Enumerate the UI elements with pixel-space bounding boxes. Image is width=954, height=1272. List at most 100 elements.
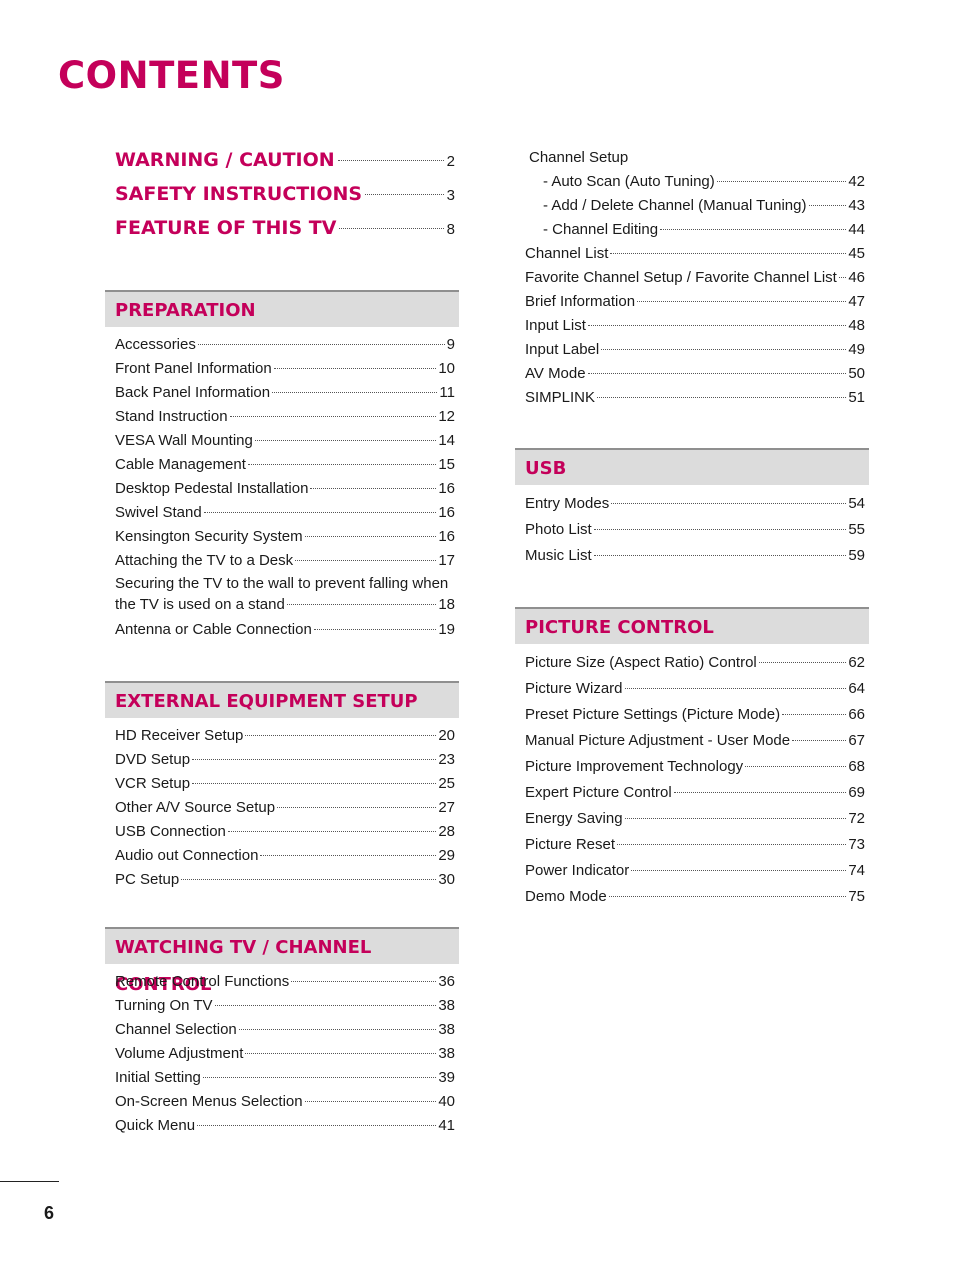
toc-entry[interactable]: SIMPLINK 51	[515, 386, 869, 410]
toc-entry[interactable]: AV Mode 50	[515, 362, 869, 386]
toc-page: 69	[848, 784, 865, 801]
toc-page: 30	[438, 871, 455, 888]
toc-page: 39	[438, 1069, 455, 1086]
leader-dots	[260, 855, 437, 856]
toc-entry[interactable]: Channel List 45	[515, 242, 869, 266]
toc-entry[interactable]: Attaching the TV to a Desk 17	[105, 549, 459, 573]
toc-entry[interactable]: Picture Wizard 64	[515, 676, 869, 702]
toc-entry[interactable]: Favorite Channel Setup / Favorite Channe…	[515, 266, 869, 290]
toc-entry-line[interactable]: Securing the TV to the wall to prevent f…	[105, 573, 459, 594]
toc-entry[interactable]: On-Screen Menus Selection 40	[105, 1090, 459, 1114]
section-watching-tv: WATCHING TV / CHANNEL CONTROL Remote Con…	[105, 927, 459, 1138]
toc-entry[interactable]: PC Setup 30	[105, 868, 459, 892]
toc-entry[interactable]: SAFETY INSTRUCTIONS 3	[105, 177, 459, 211]
toc-entry[interactable]: Initial Setting 39	[105, 1066, 459, 1090]
toc-entry[interactable]: Manual Picture Adjustment - User Mode 67	[515, 728, 869, 754]
toc-page: 50	[848, 365, 865, 382]
toc-label: Stand Instruction	[115, 408, 228, 425]
toc-entry[interactable]: Preset Picture Settings (Picture Mode) 66	[515, 702, 869, 728]
section-header: PREPARATION	[105, 290, 459, 327]
toc-entry[interactable]: Demo Mode 75	[515, 884, 869, 910]
toc-label: Photo List	[525, 521, 592, 538]
toc-entry[interactable]: WARNING / CAUTION 2	[105, 143, 459, 177]
leader-dots	[310, 488, 437, 489]
toc-entry[interactable]: Input List 48	[515, 314, 869, 338]
toc-page: 38	[438, 1045, 455, 1062]
toc-entry[interactable]: - Add / Delete Channel (Manual Tuning) 43	[515, 194, 869, 218]
toc-entry[interactable]: Power Indicator 74	[515, 858, 869, 884]
toc-entry[interactable]: Energy Saving 72	[515, 806, 869, 832]
toc-entry[interactable]: Picture Reset 73	[515, 832, 869, 858]
toc-entry[interactable]: USB Connection 28	[105, 820, 459, 844]
toc-entry[interactable]: VCR Setup 25	[105, 772, 459, 796]
toc-page: 66	[848, 706, 865, 723]
toc-entry[interactable]: Channel Selection 38	[105, 1018, 459, 1042]
section-header: USB	[515, 448, 869, 485]
toc-entry[interactable]: Entry Modes 54	[515, 491, 869, 517]
leader-dots	[192, 759, 437, 760]
toc-entry[interactable]: Cable Management 15	[105, 453, 459, 477]
toc-entry[interactable]: Other A/V Source Setup 27	[105, 796, 459, 820]
toc-entry[interactable]: Front Panel Information 10	[105, 357, 459, 381]
toc-entry[interactable]: Kensington Security System 16	[105, 525, 459, 549]
toc-entry[interactable]: Expert Picture Control 69	[515, 780, 869, 806]
toc-entry[interactable]: HD Receiver Setup 20	[105, 724, 459, 748]
toc-entry[interactable]: Photo List 55	[515, 517, 869, 543]
toc-entry[interactable]: Turning On TV 38	[105, 994, 459, 1018]
toc-entry[interactable]: Remote Control Functions 36	[105, 970, 459, 994]
toc-page: 64	[848, 680, 865, 697]
leader-dots	[808, 205, 847, 206]
toc-subheading[interactable]: Channel Setup	[515, 146, 869, 170]
toc-entry[interactable]: DVD Setup 23	[105, 748, 459, 772]
toc-page: 75	[848, 888, 865, 905]
leader-dots	[673, 792, 847, 793]
toc-page: 67	[848, 732, 865, 749]
toc-entry[interactable]: Antenna or Cable Connection 19	[105, 618, 459, 642]
toc-entry[interactable]: FEATURE OF THIS TV 8	[105, 211, 459, 245]
toc-page: 27	[438, 799, 455, 816]
toc-label: DVD Setup	[115, 751, 191, 768]
toc-entry[interactable]: Volume Adjustment 38	[105, 1042, 459, 1066]
toc-page: 62	[848, 654, 865, 671]
toc-entry[interactable]: Back Panel Information 11	[105, 381, 459, 405]
toc-entry[interactable]: Audio out Connection 29	[105, 844, 459, 868]
leader-dots	[229, 416, 437, 417]
toc-entry[interactable]: Picture Size (Aspect Ratio) Control 62	[515, 650, 869, 676]
toc-label: FEATURE OF THIS TV	[115, 217, 337, 239]
toc-page: 19	[438, 621, 455, 638]
footer-rule	[0, 1181, 59, 1182]
toc-page: 42	[848, 173, 865, 190]
toc-entry[interactable]: Accessories 9	[105, 333, 459, 357]
toc-entry[interactable]: Music List 59	[515, 543, 869, 569]
leader-dots	[304, 1101, 437, 1102]
toc-entry[interactable]: VESA Wall Mounting 14	[105, 429, 459, 453]
toc-entry[interactable]: Picture Improvement Technology 68	[515, 754, 869, 780]
toc-label: Preset Picture Settings (Picture Mode)	[525, 706, 781, 723]
leader-dots	[304, 536, 437, 537]
leader-dots	[197, 1125, 437, 1126]
toc-label: Input Label	[525, 341, 600, 358]
toc-page: 48	[848, 317, 865, 334]
toc-label: Entry Modes	[525, 495, 610, 512]
toc-entry[interactable]: Brief Information 47	[515, 290, 869, 314]
toc-entry[interactable]: Swivel Stand 16	[105, 501, 459, 525]
toc-entry[interactable]: - Channel Editing 44	[515, 218, 869, 242]
toc-label: Favorite Channel Setup / Favorite Channe…	[525, 269, 837, 286]
toc-entry[interactable]: Desktop Pedestal Installation 16	[105, 477, 459, 501]
toc-label: Music List	[525, 547, 592, 564]
toc-label: Manual Picture Adjustment - User Mode	[525, 732, 791, 749]
toc-entry[interactable]: - Auto Scan (Auto Tuning) 42	[515, 170, 869, 194]
leader-dots	[758, 662, 847, 663]
toc-entry[interactable]: Quick Menu 41	[105, 1114, 459, 1138]
toc-entry[interactable]: Input Label 49	[515, 338, 869, 362]
toc-label: Picture Reset	[525, 836, 616, 853]
page-title: CONTENTS	[58, 54, 285, 97]
toc-label: USB Connection	[115, 823, 226, 840]
leader-dots	[313, 629, 437, 630]
leader-dots	[254, 440, 437, 441]
toc-label: Audio out Connection	[115, 847, 259, 864]
toc-entry[interactable]: Stand Instruction 12	[105, 405, 459, 429]
toc-label: WARNING / CAUTION	[115, 149, 335, 171]
leader-dots	[227, 831, 437, 832]
toc-entry[interactable]: the TV is used on a stand 18	[105, 594, 459, 615]
